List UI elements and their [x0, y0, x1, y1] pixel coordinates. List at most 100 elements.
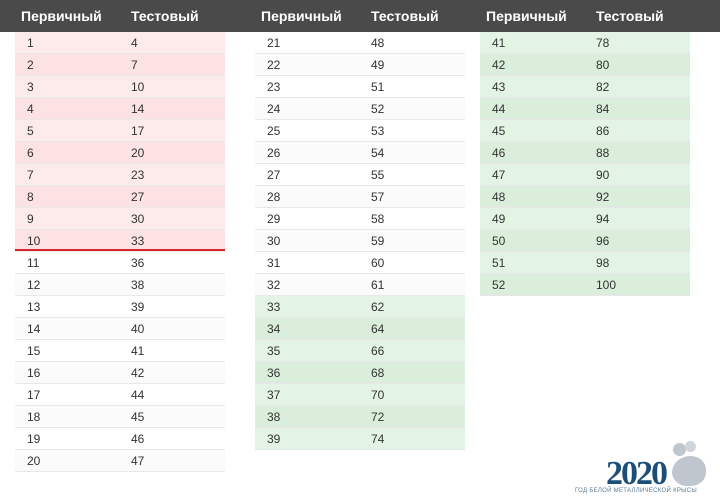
primary-score: 34: [255, 318, 365, 339]
primary-score: 33: [255, 296, 365, 317]
primary-score: 5: [15, 120, 125, 141]
test-score: 92: [590, 186, 690, 207]
table-row: 2047: [15, 450, 225, 472]
primary-score: 48: [480, 186, 590, 207]
test-score: 80: [590, 54, 690, 75]
test-score: 100: [590, 274, 690, 295]
primary-score: 26: [255, 142, 365, 163]
primary-score: 50: [480, 230, 590, 251]
test-score: 49: [365, 54, 465, 75]
test-score: 60: [365, 252, 465, 273]
primary-score: 13: [15, 296, 125, 317]
conversion-table: 1427310414517620723827930103311361238133…: [0, 32, 720, 472]
test-score: 78: [590, 32, 690, 53]
primary-score: 25: [255, 120, 365, 141]
test-score: 7: [125, 54, 225, 75]
test-score: 47: [125, 450, 225, 471]
primary-score: 19: [15, 428, 125, 449]
test-score: 74: [365, 428, 465, 449]
test-score: 40: [125, 318, 225, 339]
test-score: 17: [125, 120, 225, 141]
test-score: 45: [125, 406, 225, 427]
table-row: 52100: [480, 274, 690, 296]
primary-score: 8: [15, 186, 125, 207]
primary-score: 37: [255, 384, 365, 405]
table-row: 4586: [480, 120, 690, 142]
table-column-1: 1427310414517620723827930103311361238133…: [15, 32, 225, 472]
table-row: 2148: [255, 32, 465, 54]
primary-score: 22: [255, 54, 365, 75]
table-row: 1946: [15, 428, 225, 450]
test-score: 36: [125, 252, 225, 273]
table-row: 1238: [15, 274, 225, 296]
primary-score: 28: [255, 186, 365, 207]
test-score: 70: [365, 384, 465, 405]
header-test-3: Тестовый: [590, 0, 690, 32]
test-score: 54: [365, 142, 465, 163]
header-primary-3: Первичный: [480, 0, 590, 32]
test-score: 55: [365, 164, 465, 185]
test-score: 72: [365, 406, 465, 427]
test-score: 57: [365, 186, 465, 207]
test-score: 98: [590, 252, 690, 273]
table-row: 414: [15, 98, 225, 120]
watermark-year: 2020: [606, 459, 666, 490]
table-row: 2249: [255, 54, 465, 76]
primary-score: 38: [255, 406, 365, 427]
table-row: 723: [15, 164, 225, 186]
test-score: 52: [365, 98, 465, 119]
test-score: 84: [590, 98, 690, 119]
primary-score: 47: [480, 164, 590, 185]
test-score: 33: [125, 230, 225, 251]
primary-score: 46: [480, 142, 590, 163]
table-row: 3770: [255, 384, 465, 406]
primary-score: 6: [15, 142, 125, 163]
test-score: 30: [125, 208, 225, 229]
table-row: 1033: [15, 230, 225, 252]
test-score: 39: [125, 296, 225, 317]
test-score: 41: [125, 340, 225, 361]
table-row: 2857: [255, 186, 465, 208]
table-column-2: 2148224923512452255326542755285729583059…: [255, 32, 465, 472]
primary-score: 23: [255, 76, 365, 97]
table-row: 1744: [15, 384, 225, 406]
table-row: 4790: [480, 164, 690, 186]
table-row: 3059: [255, 230, 465, 252]
test-score: 64: [365, 318, 465, 339]
table-row: 3566: [255, 340, 465, 362]
primary-score: 43: [480, 76, 590, 97]
rat-icon: [662, 441, 712, 486]
table-row: 14: [15, 32, 225, 54]
test-score: 14: [125, 98, 225, 119]
table-row: 1440: [15, 318, 225, 340]
primary-score: 7: [15, 164, 125, 185]
test-score: 90: [590, 164, 690, 185]
primary-score: 42: [480, 54, 590, 75]
primary-score: 12: [15, 274, 125, 295]
test-score: 82: [590, 76, 690, 97]
test-score: 94: [590, 208, 690, 229]
primary-score: 44: [480, 98, 590, 119]
test-score: 4: [125, 32, 225, 53]
table-row: 1845: [15, 406, 225, 428]
primary-score: 10: [15, 230, 125, 251]
test-score: 51: [365, 76, 465, 97]
table-row: 2755: [255, 164, 465, 186]
table-row: 2654: [255, 142, 465, 164]
test-score: 46: [125, 428, 225, 449]
test-score: 53: [365, 120, 465, 141]
test-score: 59: [365, 230, 465, 251]
test-score: 68: [365, 362, 465, 383]
table-row: 5198: [480, 252, 690, 274]
test-score: 42: [125, 362, 225, 383]
primary-score: 32: [255, 274, 365, 295]
table-row: 4280: [480, 54, 690, 76]
primary-score: 41: [480, 32, 590, 53]
test-score: 10: [125, 76, 225, 97]
table-row: 517: [15, 120, 225, 142]
primary-score: 51: [480, 252, 590, 273]
table-row: 5096: [480, 230, 690, 252]
table-row: 2553: [255, 120, 465, 142]
table-row: 3974: [255, 428, 465, 450]
primary-score: 18: [15, 406, 125, 427]
